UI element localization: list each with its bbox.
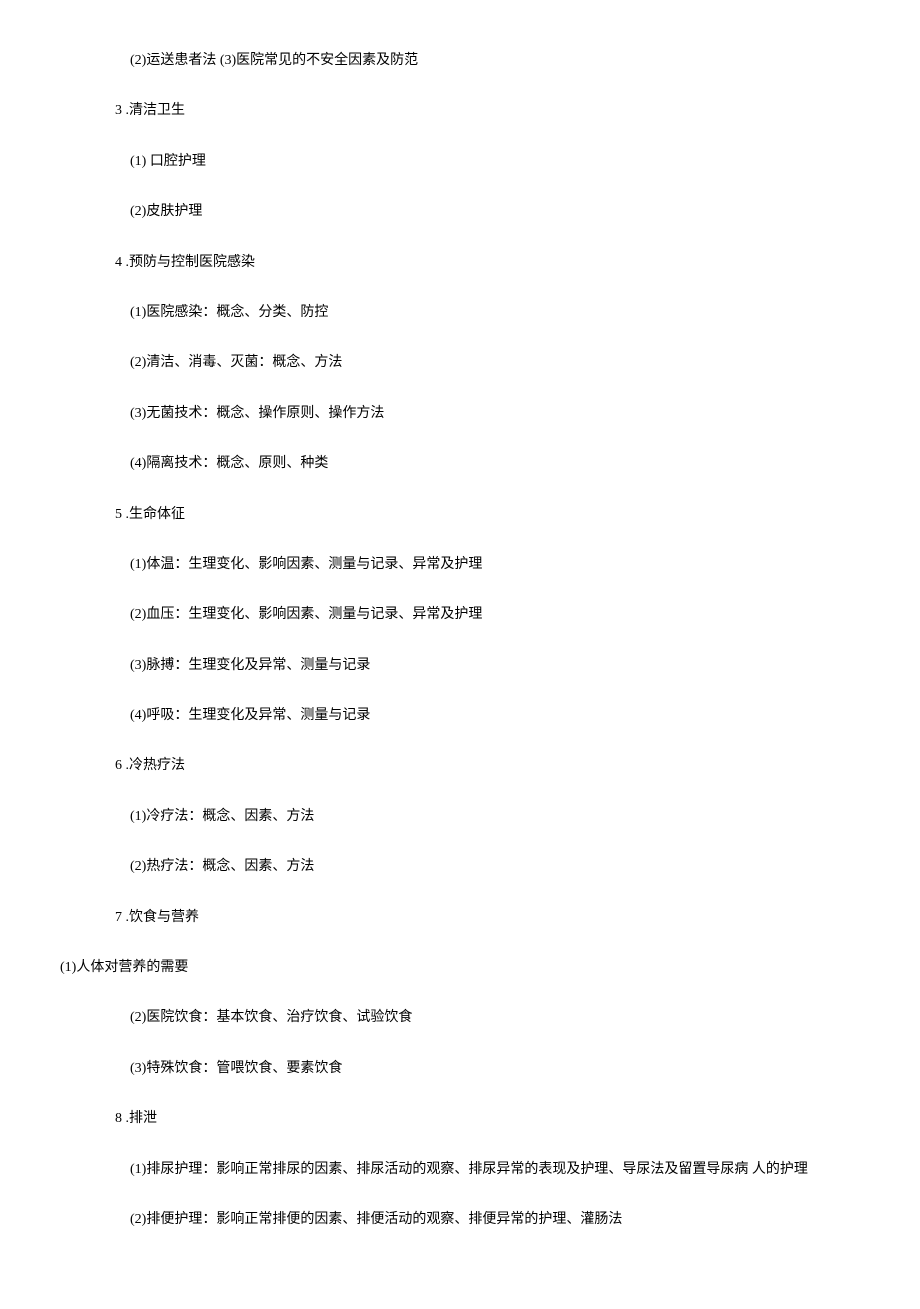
text-line: (1)体温：生理变化、影响因素、测量与记录、异常及护理: [60, 554, 860, 576]
text-line: (1)医院感染：概念、分类、防控: [60, 302, 860, 324]
document-content: (2)运送患者法 (3)医院常见的不安全因素及防范 3 .清洁卫生 (1) 口腔护理…: [60, 50, 860, 1231]
text-line: (4)隔离技术：概念、原则、种类: [60, 453, 860, 475]
text-line: 4 .预防与控制医院感染: [60, 252, 860, 274]
text-line: (2)热疗法：概念、因素、方法: [60, 856, 860, 878]
text-line: (3)无菌技术：概念、操作原则、操作方法: [60, 403, 860, 425]
text-line: (1)排尿护理：影响正常排尿的因素、排尿活动的观察、排尿异常的表现及护理、导尿法…: [60, 1159, 860, 1181]
text-line: (4)呼吸：生理变化及异常、测量与记录: [60, 705, 860, 727]
text-line: (1)人体对营养的需要: [60, 957, 860, 979]
text-line: (1) 口腔护理: [60, 151, 860, 173]
text-line: (2)排便护理：影响正常排便的因素、排便活动的观察、排便异常的护理、灌肠法: [60, 1209, 860, 1231]
text-line: (2)运送患者法 (3)医院常见的不安全因素及防范: [60, 50, 860, 72]
text-line: 8 .排泄: [60, 1108, 860, 1130]
text-line: (3)特殊饮食：管喂饮食、要素饮食: [60, 1058, 860, 1080]
text-line: (3)脉搏：生理变化及异常、测量与记录: [60, 655, 860, 677]
text-line: (2)皮肤护理: [60, 201, 860, 223]
text-line: 5 .生命体征: [60, 504, 860, 526]
text-line: 3 .清洁卫生: [60, 100, 860, 122]
text-line: (2)医院饮食：基本饮食、治疗饮食、试验饮食: [60, 1007, 860, 1029]
text-line: (1)冷疗法：概念、因素、方法: [60, 806, 860, 828]
document-page: (2)运送患者法 (3)医院常见的不安全因素及防范 3 .清洁卫生 (1) 口腔护理…: [0, 0, 920, 1309]
text-line: (2)清洁、消毒、灭菌：概念、方法: [60, 352, 860, 374]
text-line: (2)血压：生理变化、影响因素、测量与记录、异常及护理: [60, 604, 860, 626]
text-line: 7 .饮食与营养: [60, 907, 860, 929]
text-line: 6 .冷热疗法: [60, 755, 860, 777]
